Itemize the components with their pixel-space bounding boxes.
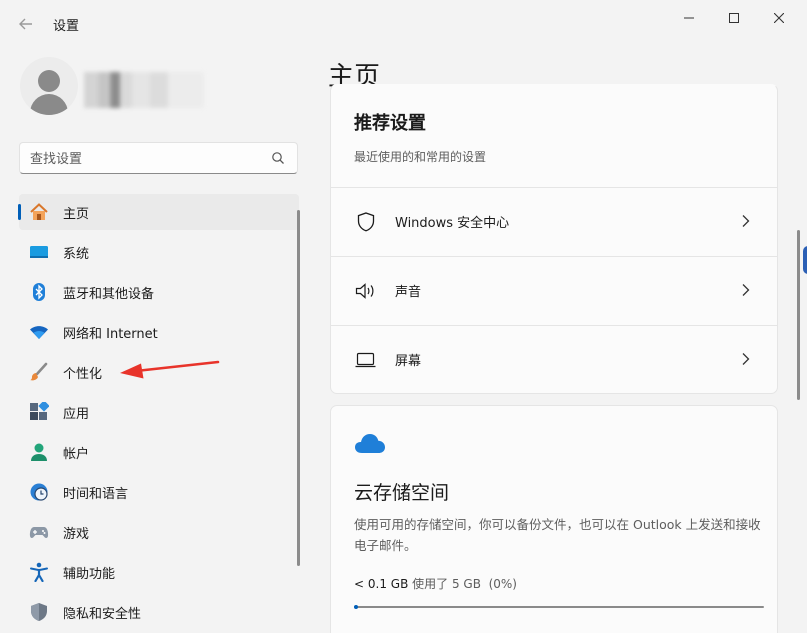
sidebar-item-privacy[interactable]: 隐私和安全性 [19, 594, 299, 630]
storage-percent-text: (0%) [488, 577, 517, 591]
sidebar-item-label: 主页 [63, 206, 90, 222]
chevron-right-icon [742, 284, 750, 296]
storage-usage-text: < 0.1 GB 使用了 5 GB (0%) [354, 575, 517, 592]
card-title: 云存储空间 [354, 482, 450, 504]
rec-row-label: Windows 安全中心 [395, 216, 510, 231]
storage-progress-bar [354, 605, 764, 609]
sidebar-item-label: 蓝牙和其他设备 [63, 286, 155, 302]
sidebar-item-time-language[interactable]: 时间和语言 [19, 474, 299, 510]
sidebar-item-label: 游戏 [63, 526, 90, 542]
sidebar-nav: 主页 系统 蓝牙和其他设备 网络和 Internet 个性化 应用 帐户 时间和… [18, 194, 299, 633]
sidebar-item-label: 网络和 Internet [63, 326, 158, 342]
minimize-button[interactable] [666, 4, 712, 32]
recommended-settings-card: 推荐设置 最近使用的和常用的设置 Windows 安全中心 声音 屏幕 [330, 84, 778, 394]
account-icon [29, 442, 49, 462]
sidebar-item-accessibility[interactable]: 辅助功能 [19, 554, 299, 590]
title-bar: 设置 [0, 0, 807, 44]
bluetooth-icon [29, 282, 49, 302]
card-title: 推荐设置 [354, 113, 426, 134]
storage-used-value: < 0.1 GB [354, 577, 409, 591]
rec-row-label: 声音 [395, 285, 422, 300]
sidebar-item-system[interactable]: 系统 [19, 234, 299, 270]
maximize-button[interactable] [711, 4, 757, 32]
rec-row-display[interactable]: 屏幕 [331, 325, 777, 393]
wifi-icon [29, 322, 49, 342]
speaker-icon [355, 280, 377, 302]
sidebar-item-label: 系统 [63, 246, 90, 262]
sidebar-item-label: 辅助功能 [63, 566, 116, 582]
settings-window: 设置 主页 系统 [0, 0, 807, 633]
cloud-icon [355, 434, 385, 453]
content-scrollbar[interactable] [797, 230, 800, 400]
sidebar-item-network[interactable]: 网络和 Internet [19, 314, 299, 350]
card-description: 使用可用的存储空间，你可以备份文件，也可以在 Outlook 上发送和接收电子邮… [354, 517, 761, 553]
blurred-user-name [84, 72, 204, 108]
sidebar-item-label: 隐私和安全性 [63, 606, 142, 622]
search-input[interactable] [30, 149, 260, 169]
rec-row-label: 屏幕 [395, 354, 422, 369]
maximize-icon [729, 13, 739, 23]
sidebar-item-label: 个性化 [63, 366, 103, 382]
close-button[interactable] [756, 4, 802, 32]
sidebar-item-label: 帐户 [63, 446, 90, 462]
sidebar-item-label: 时间和语言 [63, 486, 129, 502]
brush-icon [29, 362, 49, 382]
search-box[interactable] [19, 142, 298, 174]
monitor-icon [355, 349, 377, 371]
arrow-left-icon [19, 18, 32, 30]
minimize-icon [684, 17, 694, 19]
rec-row-sound[interactable]: 声音 [331, 256, 777, 324]
home-icon [29, 202, 49, 222]
accessibility-icon [29, 562, 49, 582]
chevron-right-icon [742, 353, 750, 365]
chevron-right-icon [742, 215, 750, 227]
annotation-arrow [120, 360, 220, 379]
sidebar-item-accounts[interactable]: 帐户 [19, 434, 299, 470]
app-title: 设置 [53, 19, 80, 34]
sidebar-item-gaming[interactable]: 游戏 [19, 514, 299, 550]
sidebar-item-label: 应用 [63, 406, 90, 422]
apps-icon [29, 402, 49, 422]
storage-progress-fill [354, 605, 359, 609]
shield-outline-icon [355, 211, 377, 233]
sidebar-item-home[interactable]: 主页 [18, 194, 299, 230]
globe-clock-icon [29, 482, 49, 502]
gamepad-icon [29, 522, 49, 542]
system-icon [29, 242, 49, 262]
shield-icon [29, 602, 49, 622]
active-indicator [18, 204, 21, 220]
close-icon [774, 13, 784, 23]
cloud-storage-card: 云存储空间 使用可用的存储空间，你可以备份文件，也可以在 Outlook 上发送… [330, 405, 778, 633]
rec-row-windows-security[interactable]: Windows 安全中心 [331, 187, 777, 255]
sidebar-item-bluetooth[interactable]: 蓝牙和其他设备 [19, 274, 299, 310]
card-subtitle: 最近使用的和常用的设置 [354, 150, 487, 164]
avatar[interactable] [20, 57, 78, 115]
storage-total-text: 使用了 5 GB [412, 577, 481, 591]
back-button[interactable] [12, 10, 40, 38]
sidebar-scrollbar[interactable] [297, 210, 300, 566]
edge-side-tab[interactable] [803, 246, 807, 274]
sidebar-item-apps[interactable]: 应用 [19, 394, 299, 430]
avatar-head-shape [38, 70, 60, 92]
avatar-body-shape [30, 94, 68, 115]
search-icon[interactable] [271, 151, 285, 165]
